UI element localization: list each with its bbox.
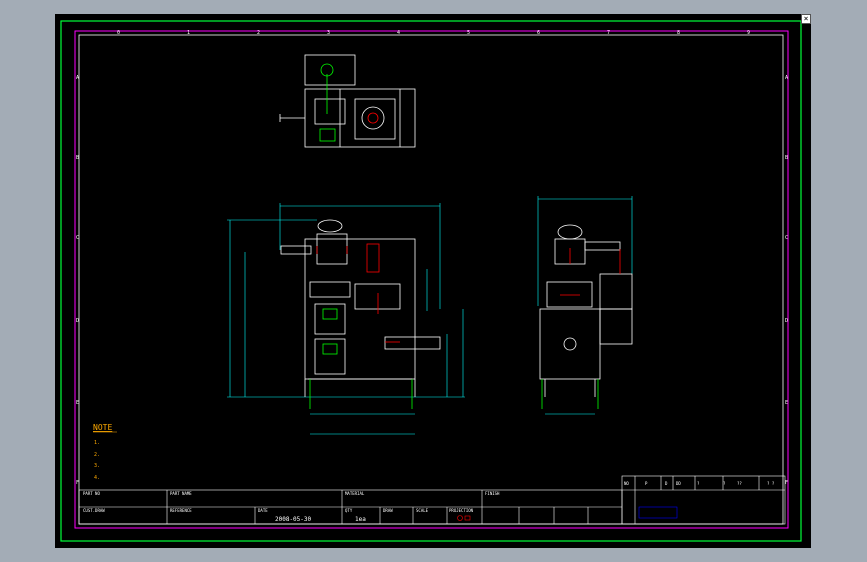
row-label: D [76, 318, 79, 324]
inner-frame [78, 34, 784, 525]
row-label: F [76, 480, 79, 486]
col-label: 2 [257, 30, 260, 36]
rev-header: ?? [737, 481, 742, 486]
date-label: DATE [258, 508, 268, 513]
note-item: 4. [94, 475, 100, 481]
col-label: 9 [747, 30, 750, 36]
row-label: E [76, 400, 79, 406]
note-title: NOTE [93, 423, 112, 432]
qty-label: QTY [345, 508, 353, 513]
part-no-label: PART NO [83, 491, 100, 496]
draw-label: DRAW [383, 508, 393, 513]
cad-viewport[interactable]: × 0 1 2 3 4 5 6 7 8 9 A B C D E F A B C … [55, 14, 811, 548]
drawing-canvas[interactable]: 0 1 2 3 4 5 6 7 8 9 A B C D E F A B C D … [55, 14, 811, 548]
material-label: MATERIAL [345, 491, 365, 496]
row-label: B [785, 155, 788, 161]
row-label: D [785, 318, 788, 324]
row-label: C [76, 235, 79, 241]
col-label: 1 [187, 30, 190, 36]
col-label: 7 [607, 30, 610, 36]
reference-label: REFERENCE [170, 508, 192, 513]
note-item: 1. [94, 440, 100, 446]
row-label: A [76, 75, 79, 81]
col-label: 3 [327, 30, 330, 36]
front-view[interactable] [227, 203, 465, 435]
projection-label: PROJECTION [449, 508, 474, 513]
row-label: C [785, 235, 788, 241]
outer-border [60, 20, 802, 542]
col-label: 8 [677, 30, 680, 36]
finish-label: FINISH [485, 491, 500, 496]
part-name-label: PART NAME [170, 491, 192, 496]
row-ticks: A B C D E F A B C D E F [76, 75, 788, 486]
rev-header: ? [723, 481, 726, 486]
close-icon[interactable]: × [801, 14, 811, 24]
side-view[interactable] [537, 196, 633, 415]
drawing-frame [74, 30, 789, 529]
row-label: F [785, 480, 788, 486]
rev-header: P [645, 481, 648, 486]
row-label: E [785, 400, 788, 406]
row-label: B [76, 155, 79, 161]
date-value: 2008-05-30 [275, 516, 312, 523]
note-item: 3. [94, 463, 100, 469]
projection-symbol-icon [457, 515, 471, 521]
col-label: 6 [537, 30, 540, 36]
rev-header: DD [676, 481, 681, 486]
rev-header: ? ? [767, 481, 775, 486]
rev-header: ? [697, 481, 700, 486]
col-label: 0 [117, 30, 120, 36]
col-label: 4 [397, 30, 400, 36]
rev-header: D [665, 481, 668, 486]
note-item: 2. [94, 452, 100, 458]
scale-label: SCALE [416, 508, 429, 513]
row-label: A [785, 75, 788, 81]
top-view[interactable] [279, 54, 416, 148]
rev-header: NO [624, 481, 629, 486]
cust-draw-label: CUST.DRAW [83, 508, 105, 513]
qty-value: 1ea [355, 516, 366, 523]
note-block: NOTE 1. 2. 3. 4. [93, 423, 117, 481]
col-label: 5 [467, 30, 470, 36]
